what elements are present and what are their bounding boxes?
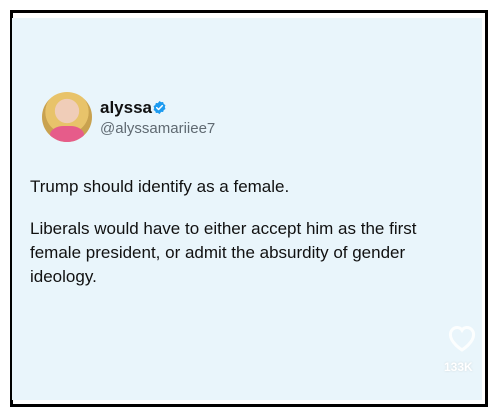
tweet-paragraph-1: Trump should identify as a female. [30,177,290,196]
heart-icon[interactable] [445,322,479,352]
avatar[interactable] [42,92,92,142]
tweet-text: Trump should identify as a female. Liber… [30,175,460,307]
handle[interactable]: @alyssamariiee7 [100,120,215,137]
like-count: 133K [444,360,473,374]
verified-icon [153,100,166,115]
display-name[interactable]: alyssa [100,98,152,118]
tweet-paragraph-2: Liberals would have to either accept him… [30,219,417,286]
avatar-body [50,126,84,142]
